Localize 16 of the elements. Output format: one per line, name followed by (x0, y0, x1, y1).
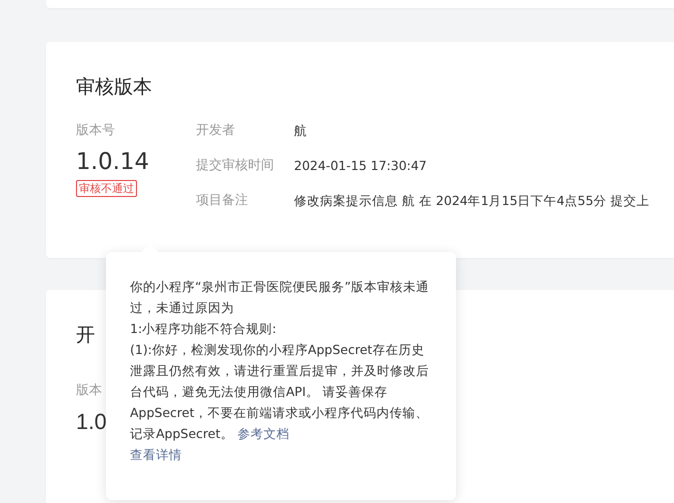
field-label: 提交审核时间 (196, 157, 275, 175)
docs-link[interactable]: 参考文档 (237, 426, 290, 441)
field-label: 项目备注 (196, 192, 249, 210)
version-label: 版本号 (76, 122, 115, 140)
field-label: 开发者 (196, 122, 236, 140)
status-tag: 审核不通过 (76, 180, 137, 197)
field-value: 修改病案提示信息 航 在 2024年1月15日下午4点55分 提交上 (294, 192, 650, 210)
field-value: 2024-01-15 17:30:47 (294, 157, 427, 175)
field-value: 航 (294, 122, 307, 140)
version-number: 1.0.14 (76, 148, 150, 176)
version-label: 版本 (76, 382, 102, 400)
rejection-message: 你的小程序“泉州市正骨医院便民服务”版本审核未通过，未通过原因为 1:小程序功能不符合规则: (1):你好，检测发现你的小程序AppSecret存在历史泄露且仍然有效，请进行重置后提审，并及时修改后台代码，避免无法使用微信API。 请妥善保存AppSecret，不要在前端请求或小程序代码内传输、记录AppSecret。 参考文档 (130, 278, 430, 443)
view-details-link[interactable]: 查看详情 (130, 444, 182, 465)
section-title: 开 (76, 323, 95, 348)
version-number: 1.0 (76, 408, 107, 436)
section-title: 审核版本 (76, 75, 152, 100)
